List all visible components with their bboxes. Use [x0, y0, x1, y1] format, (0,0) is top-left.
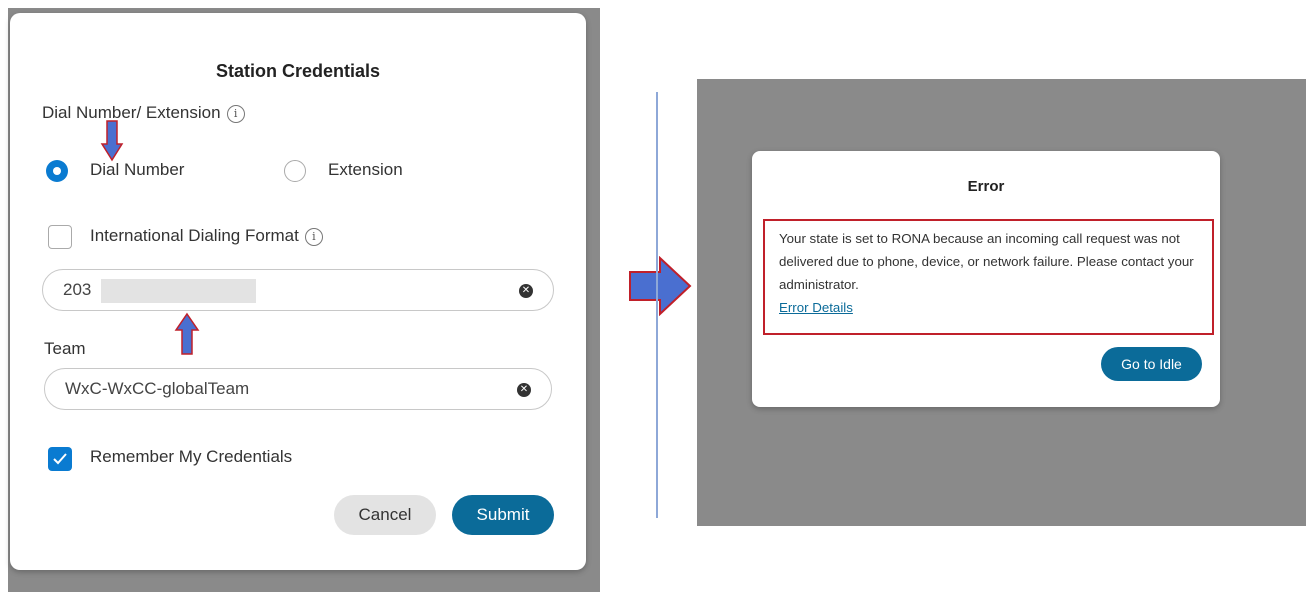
- redacted-area: [101, 279, 256, 303]
- clear-icon[interactable]: ✕: [519, 284, 533, 298]
- info-icon[interactable]: i: [304, 227, 323, 246]
- info-icon[interactable]: i: [226, 104, 245, 123]
- clear-icon[interactable]: ✕: [517, 383, 531, 397]
- error-message-block: Your state is set to RONA because an inc…: [779, 227, 1204, 319]
- station-credentials-dialog: Station Credentials Dial Number/ Extensi…: [10, 13, 586, 570]
- left-backdrop-edge: [0, 0, 600, 8]
- dialog-title: Station Credentials: [215, 61, 381, 81]
- arrow-right-icon: [629, 256, 692, 316]
- dial-number-input[interactable]: 203 ✕: [42, 269, 554, 311]
- international-text: International Dialing Format: [90, 226, 299, 245]
- dial-number-label[interactable]: Dial Number: [90, 160, 184, 180]
- arrow-up-icon: [174, 312, 200, 355]
- international-checkbox[interactable]: [48, 225, 72, 249]
- dial-section-label: Dial Number/ Extension i: [42, 103, 245, 123]
- remember-label: Remember My Credentials: [90, 447, 293, 466]
- extension-radio[interactable]: [284, 160, 306, 182]
- dial-number-radio[interactable]: [46, 160, 68, 182]
- error-title: Error: [967, 178, 1005, 195]
- error-details-link[interactable]: Error Details: [779, 296, 1204, 319]
- left-backdrop-edge-left: [0, 0, 8, 592]
- dial-number-value: 203: [63, 280, 92, 299]
- team-label: Team: [44, 339, 86, 358]
- international-label: International Dialing Format i: [90, 226, 323, 246]
- arrow-down-icon: [100, 120, 124, 162]
- error-dialog: Error Your state is set to RONA because …: [752, 151, 1220, 407]
- remember-checkbox[interactable]: [48, 447, 72, 471]
- team-value: WxC-WxCC-globalTeam: [65, 379, 250, 398]
- divider-line: [656, 92, 658, 518]
- extension-label[interactable]: Extension: [328, 160, 403, 180]
- error-message: Your state is set to RONA because an inc…: [779, 231, 1194, 292]
- go-to-idle-button[interactable]: Go to Idle: [1101, 347, 1202, 381]
- team-input[interactable]: WxC-WxCC-globalTeam ✕: [44, 368, 552, 410]
- dial-section-text: Dial Number/ Extension: [42, 103, 221, 122]
- submit-button[interactable]: Submit: [452, 495, 554, 535]
- cancel-button[interactable]: Cancel: [334, 495, 436, 535]
- checkmark-icon: [53, 453, 67, 465]
- error-message-highlight: Your state is set to RONA because an inc…: [763, 219, 1214, 335]
